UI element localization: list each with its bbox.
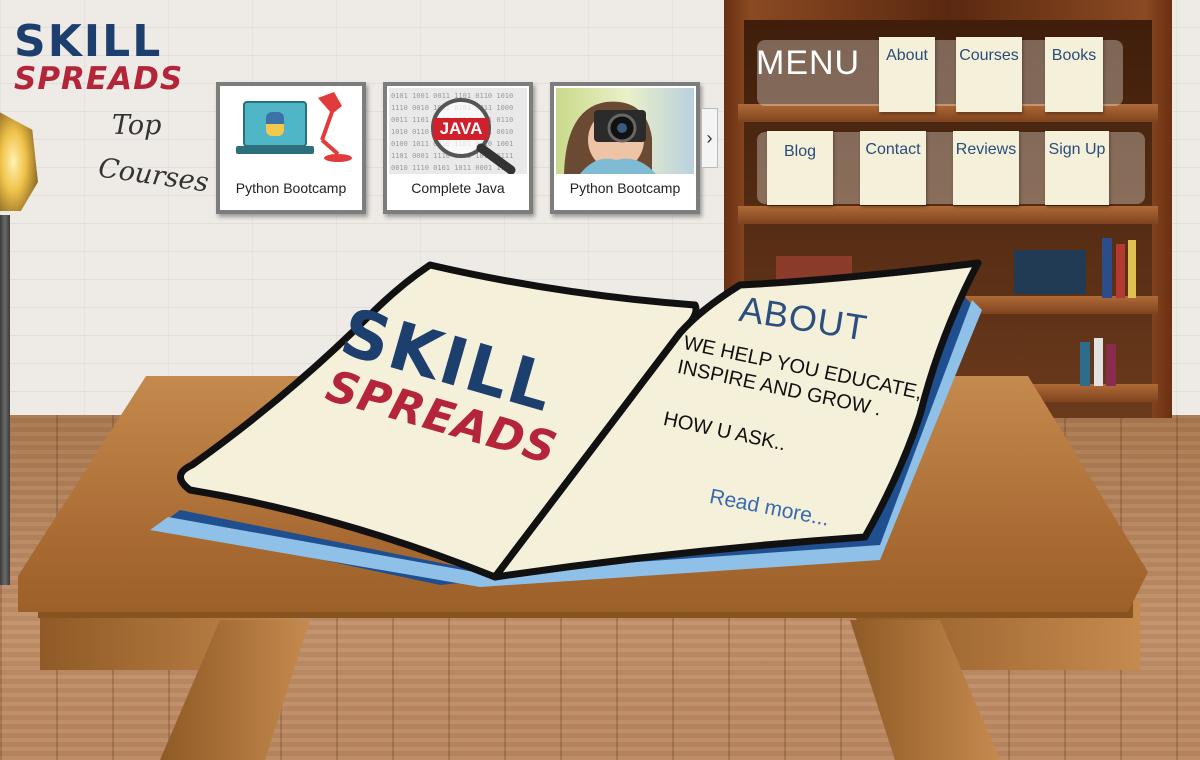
lamp-post <box>0 215 10 585</box>
course-card[interactable]: Python Bootcamp <box>216 82 366 214</box>
java-badge: JAVA <box>439 119 483 138</box>
top-courses-label-top: Top <box>112 110 162 141</box>
site-logo[interactable]: SKILL SPREADS <box>14 16 194 97</box>
carousel-next-icon[interactable]: › <box>701 108 718 168</box>
svg-text:0101 1001 0011 1101 0110 1010: 0101 1001 0011 1101 0110 1010 <box>391 92 513 100</box>
course-title: Python Bootcamp <box>569 180 681 196</box>
java-course-thumbnail: 0101 1001 0011 1101 0110 1010 1110 0010 … <box>389 88 527 174</box>
book-spine <box>1080 342 1090 386</box>
course-title: Complete Java <box>411 180 505 196</box>
street-lamp-decoration <box>0 85 45 585</box>
course-title: Python Bootcamp <box>235 180 347 196</box>
menu-item-about[interactable]: About <box>879 37 935 112</box>
book-spine <box>1094 338 1103 386</box>
course-card[interactable]: 0101 1001 0011 1101 0110 1010 1110 0010 … <box>383 82 533 214</box>
shelf-plank <box>738 206 1158 224</box>
menu-item-books[interactable]: Books <box>1045 37 1103 112</box>
book-spine <box>1106 344 1116 386</box>
picture-frame <box>1014 250 1086 294</box>
photography-course-thumbnail <box>556 88 694 174</box>
menu-item-blog[interactable]: Blog <box>767 131 833 205</box>
menu-item-reviews[interactable]: Reviews <box>953 131 1019 205</box>
menu-item-courses[interactable]: Courses <box>956 37 1022 112</box>
svg-text:0010 1110 0101 1011 0001 1101: 0010 1110 0101 1011 0001 1101 <box>391 164 513 172</box>
menu-item-contact[interactable]: Contact <box>860 131 926 205</box>
course-card[interactable]: Python Bootcamp <box>550 82 700 214</box>
lamp-light <box>0 112 38 211</box>
menu-title: MENU <box>756 44 861 82</box>
logo-line-skill: SKILL <box>14 16 163 67</box>
python-course-thumbnail <box>222 88 360 174</box>
book-spine <box>1102 238 1112 298</box>
menu-item-sign-up[interactable]: Sign Up <box>1045 131 1109 205</box>
book-spine <box>1116 244 1125 298</box>
book-spine <box>1128 240 1136 298</box>
logo-line-spreads: SPREADS <box>14 61 184 97</box>
